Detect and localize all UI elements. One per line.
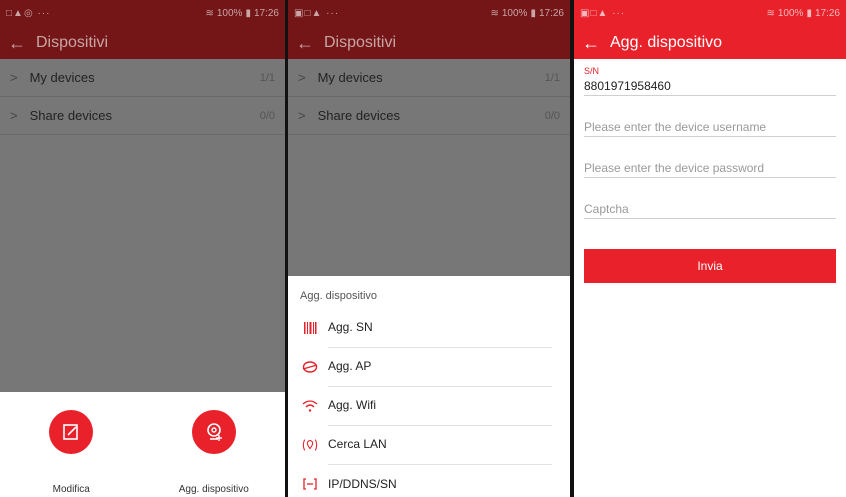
modifica-button[interactable]: Modifica [11,410,131,495]
app-bar: ← Agg. dispositivo [574,27,846,59]
sn-input[interactable]: 8801971958460 [584,76,836,96]
password-input[interactable]: Please enter the device password [584,154,836,178]
status-bar: ▣□▲ ··· ≋ 100% ▮ 17:26 [288,0,570,27]
status-bar: ▣□▲ ··· ≋ 100% ▮ 17:26 [574,0,846,27]
ip-icon [302,476,318,492]
battery-percent: 100% [501,8,528,19]
app-bar: ← Dispositivi [0,27,285,59]
screen-add-device-form: ▣□▲ ··· ≋ 100% ▮ 17:26 ← Agg. dispositiv… [574,0,846,497]
lan-search-icon [302,437,318,453]
back-arrow-icon[interactable]: ← [582,34,600,52]
captcha-input[interactable]: Captcha [584,195,836,219]
page-title: Dispositivi [36,34,109,51]
option-ip-ddns-sn[interactable]: IP/DDNS/SN [288,464,570,497]
status-notification-icons: □▲◎ ··· [6,8,51,19]
option-add-sn[interactable]: Agg. SN [288,308,570,348]
page-title: Dispositivi [324,34,397,51]
list-item-share-devices[interactable]: > Share devices 0/0 [0,97,285,135]
wifi-signal-icon: ≋ [205,8,214,19]
add-device-sheet: Agg. dispositivo Agg. SN Agg. AP Agg. Wi… [288,276,570,497]
page-title: Agg. dispositivo [610,34,723,51]
clock: 17:26 [253,8,279,19]
wifi-signal-icon: ≋ [766,8,775,19]
chevron-right-icon: > [298,108,306,123]
dim-overlay[interactable]: > My devices 1/1 > Share devices 0/0 [288,59,570,276]
edit-icon [49,410,94,454]
battery-percent: 100% [777,8,804,19]
clock: 17:26 [538,8,564,19]
list-item-share-devices[interactable]: > Share devices 0/0 [288,97,570,135]
add-camera-icon [191,410,236,454]
back-arrow-icon[interactable]: ← [8,34,26,52]
screen-add-device-options: ▣□▲ ··· ≋ 100% ▮ 17:26 ← Dispositivi > M… [288,0,570,497]
battery-icon: ▮ [806,8,812,19]
chevron-right-icon: > [10,70,18,85]
chevron-right-icon: > [298,70,306,85]
list-item-my-devices[interactable]: > My devices 1/1 [288,59,570,97]
wifi-icon [302,398,318,414]
option-add-wifi[interactable]: Agg. Wifi [288,386,570,426]
back-arrow-icon[interactable]: ← [296,34,314,52]
sheet-title: Agg. dispositivo [300,290,378,302]
add-device-button[interactable]: Agg. dispositivo [154,410,274,495]
submit-button[interactable]: Invia [584,249,836,283]
status-notification-icons: ▣□▲ ··· [294,8,340,19]
option-search-lan[interactable]: Cerca LAN [288,425,570,465]
hotspot-icon [302,359,318,375]
app-bar: ← Dispositivi [288,27,570,59]
battery-percent: 100% [216,8,243,19]
list-item-my-devices[interactable]: > My devices 1/1 [0,59,285,97]
option-add-ap[interactable]: Agg. AP [288,347,570,387]
battery-icon: ▮ [530,8,536,19]
screen-devices-menu: □▲◎ ··· ≋ 100% ▮ 17:26 ← Dispositivi > M… [0,0,285,497]
chevron-right-icon: > [10,108,18,123]
action-sheet: Modifica Agg. dispositivo [0,392,285,497]
dim-overlay[interactable]: > My devices 1/1 > Share devices 0/0 [0,59,285,392]
clock: 17:26 [814,8,840,19]
barcode-icon [302,320,318,336]
username-input[interactable]: Please enter the device username [584,113,836,137]
status-notification-icons: ▣□▲ ··· [580,8,626,19]
status-bar: □▲◎ ··· ≋ 100% ▮ 17:26 [0,0,285,27]
battery-icon: ▮ [245,8,251,19]
sn-label: S/N [584,66,600,76]
add-device-form: S/N 8801971958460 Please enter the devic… [574,66,846,283]
wifi-signal-icon: ≋ [490,8,499,19]
